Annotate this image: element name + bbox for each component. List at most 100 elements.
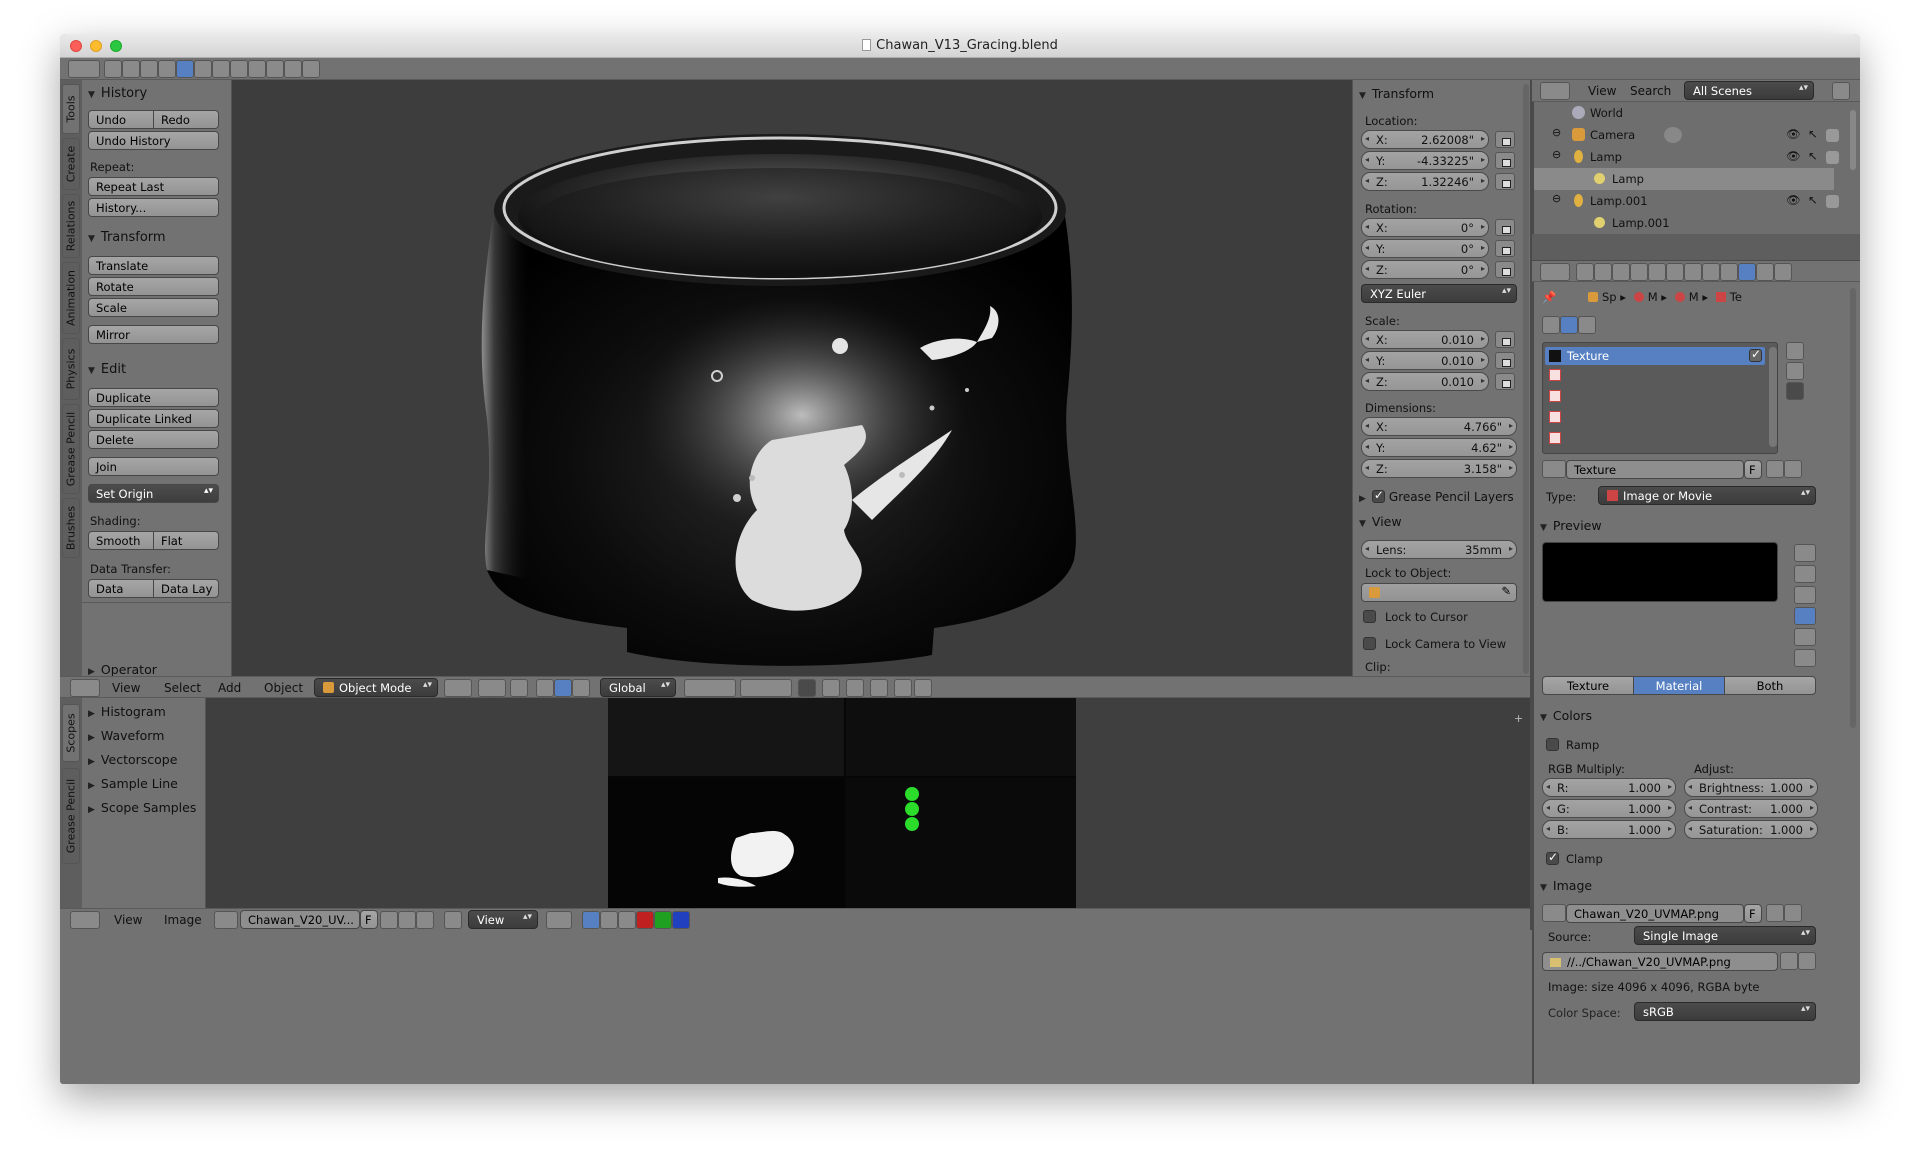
open-image-icon[interactable] bbox=[398, 911, 416, 929]
particles-icon[interactable] bbox=[1756, 263, 1774, 281]
world-texture-icon[interactable] bbox=[1542, 316, 1560, 334]
transform-panel-header[interactable]: ▼ Transform bbox=[1359, 86, 1434, 101]
lock-icon[interactable] bbox=[1495, 331, 1515, 348]
rotation-mode-dropdown[interactable]: XYZ Euler ▴▾ bbox=[1361, 284, 1517, 303]
vectorscope-header[interactable]: ▶ Vectorscope bbox=[88, 752, 177, 767]
rotation-x-field[interactable]: ◂ X: 0° ▸ bbox=[1361, 218, 1489, 237]
source-dropdown[interactable]: Single Image ▴▾ bbox=[1634, 926, 1816, 945]
empty-slot-icon[interactable] bbox=[1549, 411, 1561, 423]
unlink-icon[interactable] bbox=[416, 911, 434, 929]
history-header[interactable]: ▼ History bbox=[88, 86, 147, 101]
g-multiply-field[interactable]: ◂ G: 1.000 ▸ bbox=[1542, 799, 1676, 818]
lock-camera-to-view-checkbox[interactable] bbox=[1363, 637, 1376, 650]
eye-icon[interactable]: 👁 bbox=[1786, 193, 1801, 207]
translate-manipulator-icon[interactable] bbox=[536, 679, 554, 697]
history-button[interactable]: History... bbox=[88, 198, 219, 217]
physics-icon[interactable] bbox=[302, 60, 320, 78]
texture-icon[interactable] bbox=[266, 60, 284, 78]
b-multiply-field[interactable]: ◂ B: 1.000 ▸ bbox=[1542, 820, 1676, 839]
render-toggle-icon[interactable] bbox=[1826, 195, 1839, 208]
undo-button[interactable]: Undo bbox=[88, 110, 154, 129]
eye-icon[interactable]: 👁 bbox=[1786, 149, 1801, 163]
saturation-field[interactable]: ◂ Saturation: 1.000 ▸ bbox=[1684, 820, 1818, 839]
dimension-z-field[interactable]: ◂ Z: 3.158" ▸ bbox=[1361, 459, 1517, 478]
data-lay-button[interactable]: Data Lay bbox=[153, 579, 219, 598]
outliner-row-lamp-data[interactable]: Lamp bbox=[1534, 168, 1834, 190]
view-mode-dropdown[interactable]: View ▴▾ bbox=[468, 910, 538, 929]
lock-icon[interactable] bbox=[1495, 261, 1515, 278]
cursor-icon[interactable]: ↖ bbox=[1808, 193, 1818, 207]
scale-z-field[interactable]: ◂ Z: 0.010 ▸ bbox=[1361, 372, 1489, 391]
outliner-row-lamp[interactable]: ⊖ Lamp 👁 ↖ bbox=[1534, 146, 1839, 168]
lens-field[interactable]: ◂ Lens: 35mm ▸ bbox=[1361, 540, 1517, 559]
pivot-point-icon[interactable] bbox=[478, 679, 506, 697]
tab-scopes[interactable]: Scopes bbox=[62, 704, 80, 762]
3d-viewport[interactable] bbox=[232, 80, 1352, 676]
n-panel-scrollbar[interactable] bbox=[1523, 84, 1529, 674]
slot-list-scrollbar[interactable] bbox=[1769, 347, 1777, 447]
tab-brushes[interactable]: Brushes bbox=[62, 498, 80, 558]
undo-history-button[interactable]: Undo History bbox=[88, 131, 219, 150]
cursor-icon[interactable]: ↖ bbox=[1808, 127, 1818, 141]
tab-create[interactable]: Create bbox=[62, 138, 80, 190]
search-icon[interactable] bbox=[1832, 82, 1850, 100]
material-icon[interactable] bbox=[248, 60, 266, 78]
texture-slot-selected[interactable]: Texture bbox=[1545, 347, 1765, 365]
image-editor-canvas[interactable]: + bbox=[206, 698, 1530, 908]
material-texture-icon[interactable] bbox=[1560, 316, 1578, 334]
lock-icon[interactable] bbox=[1495, 352, 1515, 369]
empty-slot-icon[interactable] bbox=[1549, 432, 1561, 444]
scale-manipulator-icon[interactable] bbox=[572, 679, 590, 697]
image-browse-icon[interactable] bbox=[214, 911, 238, 929]
opengl-anim-icon[interactable] bbox=[914, 679, 932, 697]
pin-icon[interactable]: 📌 bbox=[1542, 290, 1556, 304]
editor-type-icon[interactable] bbox=[1540, 263, 1570, 281]
tab-physics[interactable]: Physics bbox=[62, 338, 80, 400]
folder-icon[interactable] bbox=[1780, 952, 1798, 970]
tab-animation[interactable]: Animation bbox=[62, 262, 80, 334]
mode-dropdown[interactable]: Object Mode ▴▾ bbox=[314, 678, 438, 697]
unlink-icon[interactable] bbox=[1784, 904, 1802, 922]
lock-to-cursor-checkbox[interactable] bbox=[1363, 610, 1376, 623]
world-icon[interactable] bbox=[158, 60, 176, 78]
render-layers-icon[interactable] bbox=[122, 60, 140, 78]
display-channels-icon[interactable] bbox=[582, 911, 600, 929]
particles-icon[interactable] bbox=[284, 60, 302, 78]
pivot-icon[interactable] bbox=[546, 911, 572, 929]
outliner-row-lamp-001-data[interactable]: Lamp.001 bbox=[1534, 212, 1834, 234]
snap-icon[interactable] bbox=[846, 679, 864, 697]
preview-panel-header[interactable]: ▼ Preview bbox=[1540, 518, 1602, 533]
image-menu[interactable]: Image bbox=[164, 913, 202, 927]
new-texture-icon[interactable] bbox=[1766, 460, 1784, 478]
texture-name-field[interactable]: Texture bbox=[1566, 460, 1744, 479]
modifiers-icon[interactable] bbox=[212, 60, 230, 78]
preview-material-tab[interactable]: Material bbox=[1633, 676, 1725, 695]
unlink-icon[interactable] bbox=[1784, 460, 1802, 478]
scope-samples-header[interactable]: ▶ Scope Samples bbox=[88, 800, 196, 815]
texture-tab-icon[interactable] bbox=[1738, 263, 1756, 281]
data-button[interactable]: Data bbox=[88, 579, 154, 598]
tab-grease-pencil[interactable]: Grease Pencil bbox=[62, 404, 80, 494]
data-icon[interactable] bbox=[1702, 263, 1720, 281]
duplicate-button[interactable]: Duplicate bbox=[88, 388, 219, 407]
editor-type-icon[interactable] bbox=[70, 911, 100, 929]
preview-hair-icon[interactable] bbox=[1794, 628, 1816, 646]
histogram-header[interactable]: ▶ Histogram bbox=[88, 704, 166, 719]
lock-icon[interactable] bbox=[1495, 219, 1515, 236]
outliner-row-lamp-001[interactable]: ⊖ Lamp.001 👁 ↖ bbox=[1534, 190, 1839, 212]
rotate-button[interactable]: Rotate bbox=[88, 277, 219, 296]
grease-pencil-layers-header[interactable]: ▶Grease Pencil Layers bbox=[1359, 488, 1514, 504]
rotate-manipulator-icon[interactable] bbox=[554, 679, 572, 697]
layers-grid-icon[interactable] bbox=[740, 679, 792, 697]
tab-tools[interactable]: Tools bbox=[62, 84, 80, 134]
preview-sky-icon[interactable] bbox=[1794, 649, 1816, 667]
texture-slot-list[interactable]: Texture bbox=[1542, 342, 1778, 454]
lock-icon[interactable] bbox=[1495, 173, 1515, 190]
preview-texture-tab[interactable]: Texture bbox=[1542, 676, 1634, 695]
lock-icon[interactable] bbox=[1495, 152, 1515, 169]
image-name-field[interactable]: Chawan_V20_UVMAP.png bbox=[1566, 904, 1744, 923]
render-icon[interactable] bbox=[798, 679, 816, 697]
delete-button[interactable]: Delete bbox=[88, 430, 219, 449]
area-divider[interactable] bbox=[1530, 80, 1532, 930]
empty-slot-icon[interactable] bbox=[1549, 369, 1561, 381]
